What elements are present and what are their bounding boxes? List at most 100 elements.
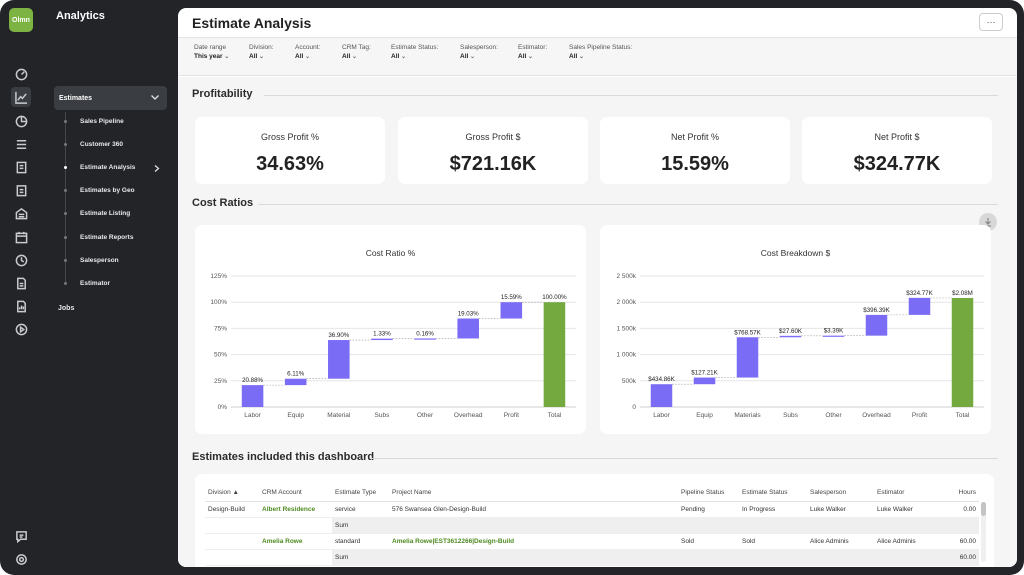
cell-hours: 0.00	[937, 501, 979, 518]
report-icon[interactable]	[11, 296, 31, 316]
icon-rail: Olmn	[0, 0, 42, 575]
clipboard-icon[interactable]	[11, 180, 31, 200]
section-title-cost-ratios: Cost Ratios	[192, 197, 254, 209]
cell-crm-account[interactable]: Amelia Rowe	[259, 533, 332, 550]
sidebar-section-estimates[interactable]: Estimates	[54, 86, 167, 110]
sidebar-item-estimates-by-geo[interactable]: Estimates by Geo	[80, 187, 135, 194]
cost-breakdown-chart: 0 500k 1 000k 1 500k 2 000k 2 500k $434.86K Lab…	[616, 273, 984, 419]
filter-label: Sales Pipeline Status:	[569, 44, 633, 51]
bar-other	[822, 335, 845, 337]
bar-equip	[693, 377, 716, 385]
filter-estimator[interactable]: Estimator: All	[518, 44, 547, 60]
sidebar-item-salesperson[interactable]: Salesperson	[80, 257, 119, 264]
cell-salesperson: Alice Adminis	[807, 533, 874, 550]
column-header-division[interactable]: Division ▲	[205, 484, 259, 502]
document-icon[interactable]	[11, 157, 31, 177]
app-logo[interactable]: Olmn	[9, 8, 33, 32]
filter-date-range[interactable]: Date range This year	[194, 44, 229, 60]
x-tick-label: Subs	[375, 412, 391, 419]
filter-value[interactable]: This year	[194, 53, 229, 60]
data-label: $2.08M	[952, 290, 973, 297]
sidebar-item-jobs[interactable]: Jobs	[58, 305, 74, 312]
more-options-button[interactable]: ···	[979, 13, 1003, 31]
filter-estimate-status[interactable]: Estimate Status: All	[391, 44, 438, 60]
column-header-crm-account[interactable]: CRM Account	[259, 484, 332, 502]
tree-dot	[64, 282, 67, 285]
kpi-label: Net Profit %	[670, 132, 719, 142]
main-panel: Estimate Analysis ··· Date range This yea…	[178, 8, 1017, 567]
column-header-hours[interactable]: Hours	[937, 484, 979, 502]
filter-label: Date range	[194, 44, 227, 51]
sidebar-item-estimate-reports[interactable]: Estimate Reports	[80, 234, 133, 241]
sidebar-item-customer-360[interactable]: Customer 360	[80, 141, 123, 148]
chart-line-icon[interactable]	[11, 87, 31, 107]
sum-hours	[937, 517, 979, 534]
chevron-right-icon	[154, 165, 160, 172]
list-icon[interactable]	[11, 134, 31, 154]
dashboard-content: Profitability Gross Profit % 34.63% Gross…	[178, 77, 1017, 567]
cell-project-name[interactable]: Amelia Rowe|EST3612266|Design-Build	[389, 533, 678, 550]
filter-division[interactable]: Division: All	[249, 44, 274, 60]
filter-salesperson[interactable]: Salesperson: All	[460, 44, 498, 60]
chat-icon[interactable]	[11, 526, 31, 546]
data-label: $324.77K	[906, 290, 933, 297]
y-tick-label: 50%	[214, 352, 227, 359]
cell-division: Design-Build	[205, 501, 259, 518]
clock-icon[interactable]	[11, 250, 31, 270]
play-icon[interactable]	[11, 319, 31, 339]
bar-subs	[371, 338, 393, 341]
x-tick-label: Materials	[734, 412, 761, 419]
column-header-estimate-type[interactable]: Estimate Type	[332, 484, 389, 502]
cell-crm-account[interactable]: Albert Residence	[259, 501, 332, 518]
filter-value[interactable]: All	[391, 53, 438, 60]
column-header-project-name[interactable]: Project Name	[389, 484, 678, 502]
filter-value[interactable]: All	[460, 53, 498, 60]
dashboard-icon[interactable]	[11, 64, 31, 84]
y-tick-label: 2 000k	[616, 299, 636, 306]
filter-account[interactable]: Account: All	[295, 44, 320, 60]
bar-subs	[779, 335, 802, 338]
filter-value[interactable]: All	[518, 53, 547, 60]
column-header-salesperson[interactable]: Salesperson	[807, 484, 874, 502]
column-header-pipeline-status[interactable]: Pipeline Status	[678, 484, 739, 502]
tree-dot-current	[64, 166, 67, 169]
settings-icon[interactable]	[11, 549, 31, 569]
filter-value[interactable]: All	[342, 53, 371, 60]
cell-project-name[interactable]: 576 Swansea Glen-Design-Build	[389, 501, 678, 518]
table-sum-row: Sum	[205, 517, 979, 534]
y-tick-label: 0%	[218, 404, 228, 411]
data-label: 20.88%	[242, 377, 263, 384]
chart-card-cost-breakdown: Cost Breakdown $ 0 500k 1 000k 1 500k 2 000k…	[600, 225, 991, 434]
sidebar-item-estimator[interactable]: Estimator	[80, 280, 110, 287]
kpi-label: Gross Profit $	[465, 132, 521, 142]
column-header-estimator[interactable]: Estimator	[874, 484, 937, 502]
bar-profit	[500, 302, 523, 319]
kpi-card-net-profit-pct: Net Profit % 15.59%	[600, 117, 790, 184]
y-tick-label: 125%	[210, 273, 227, 280]
filter-sales-pipeline-status[interactable]: Sales Pipeline Status: All	[569, 44, 632, 60]
filter-crm-tag[interactable]: CRM Tag: All	[342, 44, 371, 60]
building-icon[interactable]	[11, 203, 31, 223]
bar-labor	[650, 384, 673, 407]
sum-hours: 60.00	[937, 549, 979, 566]
x-tick-label: Equip	[696, 412, 713, 419]
bar-material	[328, 340, 350, 379]
file-icon[interactable]	[11, 273, 31, 293]
filter-value[interactable]: All	[569, 53, 632, 60]
filter-value[interactable]: All	[249, 53, 274, 60]
x-tick-label: Total	[956, 412, 970, 419]
cell-hours: 60.00	[937, 533, 979, 550]
table-row[interactable]: Amelia Rowe standard Amelia Rowe|EST3612…	[205, 533, 979, 550]
sidebar-item-estimate-analysis[interactable]: Estimate Analysis	[80, 164, 135, 171]
table-scrollbar-thumb[interactable]	[981, 502, 986, 516]
filter-value[interactable]: All	[295, 53, 320, 60]
sidebar-item-estimate-listing[interactable]: Estimate Listing	[80, 210, 130, 217]
table-row[interactable]: Design-Build Albert Residence service 57…	[205, 501, 979, 518]
pie-chart-icon[interactable]	[11, 111, 31, 131]
sidebar-item-sales-pipeline[interactable]: Sales Pipeline	[80, 118, 124, 125]
column-header-estimate-status[interactable]: Estimate Status	[739, 484, 807, 502]
kpi-value: 34.63%	[256, 153, 324, 175]
calendar-icon[interactable]	[11, 227, 31, 247]
cell-empty	[205, 517, 259, 534]
section-label: Estimates	[59, 94, 93, 102]
